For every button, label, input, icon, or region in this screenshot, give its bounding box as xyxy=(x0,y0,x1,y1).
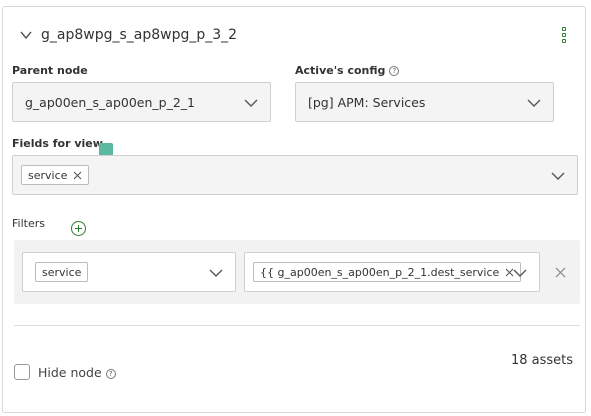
node-header[interactable]: g_ap8wpg_s_ap8wpg_p_3_2 xyxy=(19,27,237,43)
filter-field-select[interactable]: service xyxy=(22,252,236,292)
filter-field-tag-label: service xyxy=(42,265,82,279)
fields-for-view-label: Fields for view xyxy=(12,137,103,150)
add-filter-button[interactable] xyxy=(71,221,86,236)
divider xyxy=(14,325,580,326)
fields-for-view-select[interactable]: service xyxy=(12,155,578,195)
actives-config-label-text: Active's config xyxy=(295,64,386,77)
filter-value-select[interactable]: {{ g_ap00en_s_ap00en_p_2_1.dest_service xyxy=(244,252,540,292)
parent-node-select[interactable]: g_ap00en_s_ap00en_p_2_1 xyxy=(12,82,271,122)
parent-node-value: g_ap00en_s_ap00en_p_2_1 xyxy=(25,94,196,110)
filter-value-tag-label: {{ g_ap00en_s_ap00en_p_2_1.dest_service xyxy=(260,265,500,279)
chevron-down-icon xyxy=(244,99,258,107)
chevron-down-icon xyxy=(551,172,565,180)
filters-label: Filters xyxy=(12,217,45,230)
chevron-down-icon xyxy=(527,99,541,107)
help-icon[interactable]: ? xyxy=(105,368,116,379)
hide-node-label: Hide node? xyxy=(38,365,116,380)
field-tag-label: service xyxy=(28,168,68,182)
assets-count: 18 assets xyxy=(510,353,573,368)
close-icon[interactable] xyxy=(73,171,82,180)
node-title: g_ap8wpg_s_ap8wpg_p_3_2 xyxy=(41,27,238,43)
filter-value-tag: {{ g_ap00en_s_ap00en_p_2_1.dest_service xyxy=(253,262,522,282)
actives-config-value: [pg] APM: Services xyxy=(308,94,426,110)
parent-node-label: Parent node xyxy=(12,64,88,77)
actives-config-label: Active's config? xyxy=(295,64,400,77)
hide-node-checkbox[interactable] xyxy=(14,364,30,380)
hide-node-label-text: Hide node xyxy=(38,365,102,380)
node-card: g_ap8wpg_s_ap8wpg_p_3_2 Parent node g_ap… xyxy=(2,6,586,413)
filter-row: service {{ g_ap00en_s_ap00en_p_2_1.dest_… xyxy=(14,240,580,304)
chevron-down-icon xyxy=(209,269,223,277)
field-tag: service xyxy=(21,165,90,185)
chevron-down-icon xyxy=(513,269,527,277)
kebab-menu-icon[interactable] xyxy=(561,27,567,45)
help-icon[interactable]: ? xyxy=(389,66,400,76)
chevron-down-icon[interactable] xyxy=(19,28,33,42)
actives-config-select[interactable]: [pg] APM: Services xyxy=(295,82,554,122)
filter-field-tag: service xyxy=(35,262,89,282)
remove-filter-icon[interactable] xyxy=(555,267,566,278)
